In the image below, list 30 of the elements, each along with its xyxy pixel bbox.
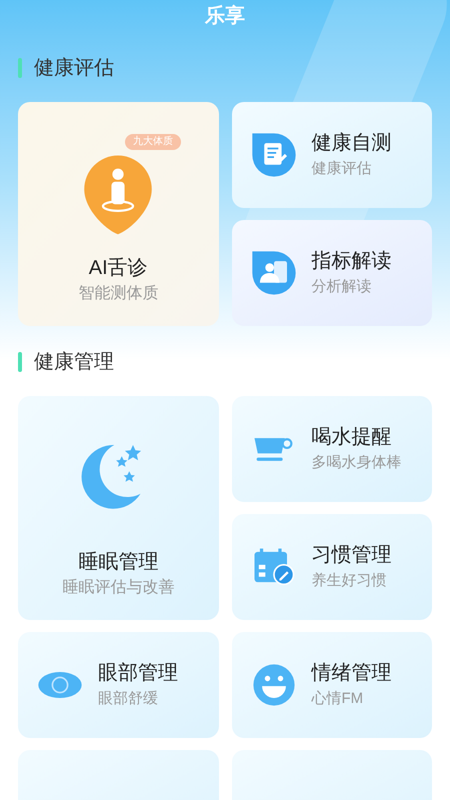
card-title: 健康自测: [312, 131, 392, 156]
feature-card[interactable]: 睡眠管理 睡眠评估与改善: [18, 396, 218, 620]
card-subtitle: 养生好习惯: [312, 571, 386, 591]
feature-card[interactable]: 健康自测 健康评估: [232, 102, 432, 208]
card-subtitle: 眼部舒缓: [98, 689, 158, 709]
feature-card[interactable]: 眼部管理 眼部舒缓: [18, 632, 218, 738]
section-heading: 健康管理: [34, 350, 114, 375]
section-heading: 健康评估: [34, 56, 114, 81]
feature-card[interactable]: 指标解读 分析解读: [232, 220, 432, 326]
card-title: 喝水提醒: [312, 425, 392, 450]
feature-card[interactable]: 喝水提醒 多喝水身体棒: [232, 396, 432, 502]
card-subtitle: 分析解读: [312, 277, 372, 297]
accent-bar: [18, 58, 22, 78]
card-title: 习惯管理: [312, 543, 392, 568]
card-subtitle: 心情FM: [312, 689, 364, 709]
card-subtitle: 智能测体质: [78, 284, 158, 304]
page-title: 乐享: [204, 4, 246, 29]
card-title: 睡眠管理: [78, 550, 158, 575]
feature-card[interactable]: 九大体质 AI舌诊 智能测体质: [18, 102, 218, 326]
card-title: 情绪管理: [312, 661, 392, 686]
feature-card[interactable]: 情绪管理 心情FM: [232, 632, 432, 738]
card-subtitle: 健康评估: [312, 159, 372, 179]
feature-card[interactable]: 习惯管理 养生好习惯: [232, 514, 432, 620]
card-title: 指标解读: [312, 249, 392, 274]
card-title: AI舌诊: [88, 256, 148, 281]
card-title: 眼部管理: [98, 661, 178, 686]
card-subtitle: 睡眠评估与改善: [62, 577, 174, 598]
tag-label: 九大体质: [125, 134, 181, 150]
card-subtitle: 多喝水身体棒: [312, 453, 402, 473]
accent-bar: [18, 352, 22, 372]
